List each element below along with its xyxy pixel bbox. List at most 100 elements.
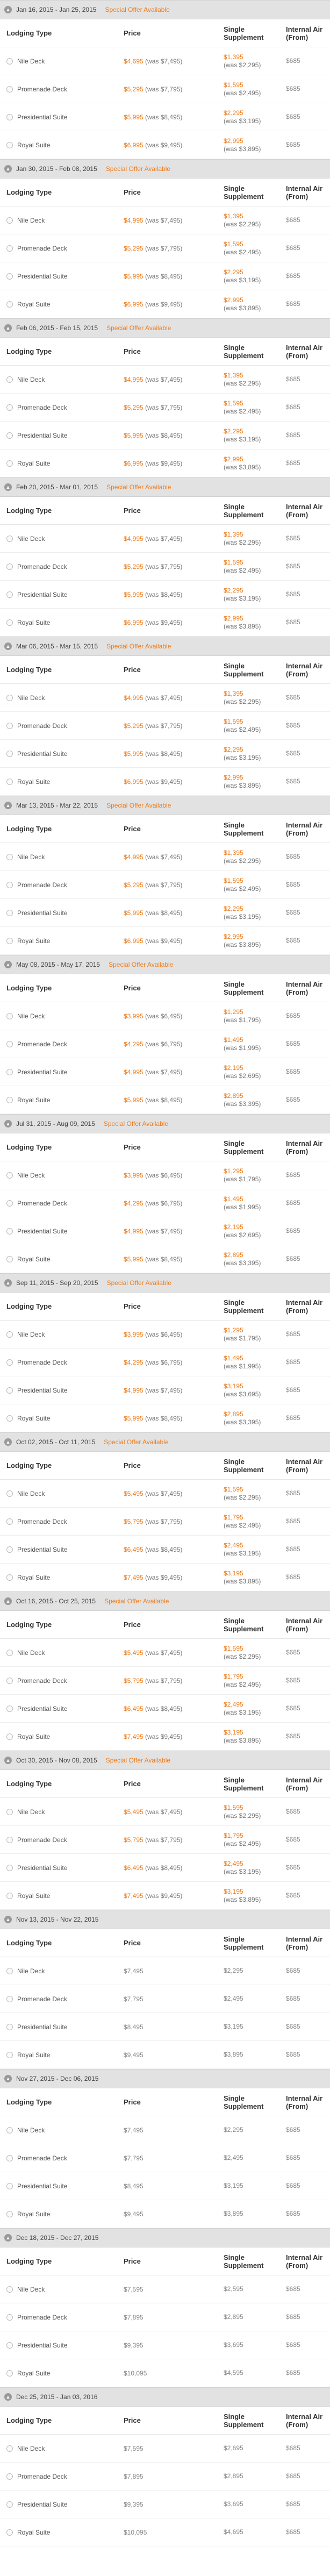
special-offer-label[interactable]: Special Offer Available — [106, 643, 171, 650]
table-row[interactable]: Presidential Suite $5,995 (was $8,495) $2,… — [0, 740, 330, 768]
special-offer-label[interactable]: Special Offer Available — [106, 802, 171, 809]
lodging-radio[interactable] — [6, 273, 13, 280]
table-row[interactable]: Royal Suite $5,995 (was $8,495) $2,895 (was… — [0, 1245, 330, 1273]
lodging-radio[interactable] — [6, 58, 13, 65]
table-row[interactable]: Royal Suite $6,995 (was $9,495) $2,995 (was… — [0, 290, 330, 318]
lodging-radio[interactable] — [6, 1172, 13, 1179]
table-row[interactable]: Promenade Deck $5,295 (was $7,795) $1,595(… — [0, 712, 330, 740]
lodging-radio[interactable] — [6, 460, 13, 467]
table-row[interactable]: Presidential Suite $4,995 (was $7,495) $2,… — [0, 1058, 330, 1086]
table-row[interactable]: Royal Suite $6,995 (was $9,495) $2,995 (was… — [0, 927, 330, 955]
table-row[interactable]: Presidential Suite $5,995 (was $8,495) $2,… — [0, 422, 330, 449]
table-row[interactable]: Royal Suite $7,495 (was $9,495) $3,195 (was… — [0, 1723, 330, 1751]
lodging-radio[interactable] — [6, 2529, 13, 2536]
lodging-radio[interactable] — [6, 85, 13, 92]
table-row[interactable]: Royal Suite $6,995 (was $9,495) $2,995 (was… — [0, 131, 330, 159]
lodging-radio[interactable] — [6, 245, 13, 252]
lodging-radio[interactable] — [6, 113, 13, 120]
table-row[interactable]: Promenade Deck $4,295 (was $6,795) $1,495(… — [0, 1189, 330, 1217]
special-offer-label[interactable]: Special Offer Available — [106, 324, 171, 332]
collapse-arrow-icon[interactable]: ▲ — [4, 1916, 12, 1923]
period-header[interactable]: ▲ May 08, 2015 - May 17, 2015 Special Offe… — [0, 955, 330, 974]
collapse-arrow-icon[interactable]: ▲ — [4, 2075, 12, 2082]
lodging-radio[interactable] — [6, 2210, 13, 2217]
lodging-radio[interactable] — [6, 2501, 13, 2508]
collapse-arrow-icon[interactable]: ▲ — [4, 1120, 12, 1128]
lodging-radio[interactable] — [6, 1649, 13, 1656]
period-header[interactable]: ▲ Dec 25, 2015 - Jan 03, 2016 — [0, 2387, 330, 2407]
table-row[interactable]: Presidential Suite $8,495 $3,195 $685 — [0, 2172, 330, 2200]
collapse-arrow-icon[interactable]: ▲ — [4, 1597, 12, 1605]
table-row[interactable]: Promenade Deck $7,895 $2,895 $685 — [0, 2463, 330, 2491]
period-header[interactable]: ▲ Jan 30, 2015 - Feb 08, 2015 Special Offe… — [0, 159, 330, 179]
table-row[interactable]: Nile Deck $7,595 $2,595 $685 — [0, 2275, 330, 2303]
special-offer-label[interactable]: Special Offer Available — [109, 961, 173, 968]
lodging-radio[interactable] — [6, 1415, 13, 1422]
collapse-arrow-icon[interactable]: ▲ — [4, 1279, 12, 1287]
table-row[interactable]: Nile Deck $4,995 (was $7,495) $1,395 (was $… — [0, 525, 330, 553]
table-row[interactable]: Nile Deck $7,495 $2,295 $685 — [0, 1957, 330, 1985]
table-row[interactable]: Nile Deck $3,995 (was $6,495) $1,295 (was $… — [0, 1002, 330, 1030]
table-row[interactable]: Presidential Suite $9,395 $3,695 $685 — [0, 2331, 330, 2359]
lodging-radio[interactable] — [6, 1068, 13, 1075]
table-row[interactable]: Promenade Deck $5,795 (was $7,795) $1,795(… — [0, 1826, 330, 1854]
table-row[interactable]: Royal Suite $10,095 $4,695 $685 — [0, 2518, 330, 2546]
lodging-radio[interactable] — [6, 937, 13, 944]
table-row[interactable]: Presidential Suite $6,495 (was $8,495) $2,… — [0, 1695, 330, 1723]
lodging-radio[interactable] — [6, 881, 13, 888]
lodging-radio[interactable] — [6, 404, 13, 411]
table-row[interactable]: Promenade Deck $7,795 $2,495 $685 — [0, 2144, 330, 2172]
table-row[interactable]: Promenade Deck $7,795 $2,495 $685 — [0, 1985, 330, 2013]
collapse-arrow-icon[interactable]: ▲ — [4, 961, 12, 968]
table-row[interactable]: Nile Deck $7,595 $2,695 $685 — [0, 2435, 330, 2463]
table-row[interactable]: Promenade Deck $5,295 (was $7,795) $1,595(… — [0, 75, 330, 103]
period-header[interactable]: ▲ Nov 13, 2015 - Nov 22, 2015 — [0, 1910, 330, 1929]
table-row[interactable]: Promenade Deck $4,295 (was $6,795) $1,495(… — [0, 1348, 330, 1376]
special-offer-label[interactable]: Special Offer Available — [104, 1438, 168, 1446]
table-row[interactable]: Presidential Suite $5,995 (was $8,495) $2,… — [0, 103, 330, 131]
lodging-radio[interactable] — [6, 619, 13, 626]
lodging-radio[interactable] — [6, 1677, 13, 1684]
table-row[interactable]: Promenade Deck $5,795 (was $7,795) $1,795(… — [0, 1667, 330, 1695]
lodging-radio[interactable] — [6, 1995, 13, 2002]
lodging-radio[interactable] — [6, 1546, 13, 1553]
collapse-arrow-icon[interactable]: ▲ — [4, 802, 12, 809]
collapse-arrow-icon[interactable]: ▲ — [4, 643, 12, 650]
lodging-radio[interactable] — [6, 535, 13, 542]
lodging-radio[interactable] — [6, 432, 13, 439]
table-row[interactable]: Presidential Suite $4,995 (was $7,495) $2,… — [0, 1217, 330, 1245]
collapse-arrow-icon[interactable]: ▲ — [4, 1438, 12, 1446]
lodging-radio[interactable] — [6, 1040, 13, 1047]
table-row[interactable]: Promenade Deck $5,295 (was $7,795) $1,595(… — [0, 553, 330, 581]
period-header[interactable]: ▲ Sep 11, 2015 - Sep 20, 2015 Special Offe… — [0, 1273, 330, 1293]
lodging-radio[interactable] — [6, 1892, 13, 1899]
table-row[interactable]: Nile Deck $3,995 (was $6,495) $1,295 (was $… — [0, 1161, 330, 1189]
lodging-radio[interactable] — [6, 301, 13, 308]
table-row[interactable]: Nile Deck $3,995 (was $6,495) $1,295 (was $… — [0, 1321, 330, 1348]
table-row[interactable]: Presidential Suite $8,495 $3,195 $685 — [0, 2013, 330, 2041]
lodging-radio[interactable] — [6, 2286, 13, 2293]
table-row[interactable]: Royal Suite $9,495 $3,895 $685 — [0, 2041, 330, 2069]
table-row[interactable]: Royal Suite $5,995 (was $8,495) $2,895 (was… — [0, 1404, 330, 1432]
table-row[interactable]: Royal Suite $9,495 $3,895 $685 — [0, 2200, 330, 2228]
lodging-radio[interactable] — [6, 1359, 13, 1366]
lodging-radio[interactable] — [6, 750, 13, 757]
special-offer-label[interactable]: Special Offer Available — [105, 6, 169, 13]
table-row[interactable]: Presidential Suite $6,495 (was $8,495) $2,… — [0, 1536, 330, 1564]
collapse-arrow-icon[interactable]: ▲ — [4, 2393, 12, 2401]
period-header[interactable]: ▲ Nov 27, 2015 - Dec 06, 2015 — [0, 2069, 330, 2088]
table-row[interactable]: Presidential Suite $5,995 (was $8,495) $2,… — [0, 262, 330, 290]
period-header[interactable]: ▲ Jan 16, 2015 - Jan 25, 2015 Special Offe… — [0, 0, 330, 19]
table-row[interactable]: Promenade Deck $5,795 (was $7,795) $1,795(… — [0, 1508, 330, 1536]
lodging-radio[interactable] — [6, 722, 13, 729]
table-row[interactable]: Royal Suite $7,495 (was $9,495) $3,195 (was… — [0, 1564, 330, 1592]
table-row[interactable]: Presidential Suite $5,995 (was $8,495) $2,… — [0, 581, 330, 609]
period-header[interactable]: ▲ Oct 30, 2015 - Nov 08, 2015 Special Offe… — [0, 1751, 330, 1770]
collapse-arrow-icon[interactable]: ▲ — [4, 165, 12, 173]
lodging-radio[interactable] — [6, 909, 13, 916]
table-row[interactable]: Royal Suite $6,995 (was $9,495) $2,995 (was… — [0, 449, 330, 477]
table-row[interactable]: Nile Deck $5,495 (was $7,495) $1,595 (was $… — [0, 1480, 330, 1508]
lodging-radio[interactable] — [6, 1518, 13, 1525]
lodging-radio[interactable] — [6, 1200, 13, 1207]
table-row[interactable]: Promenade Deck $5,295 (was $7,795) $1,595(… — [0, 871, 330, 899]
